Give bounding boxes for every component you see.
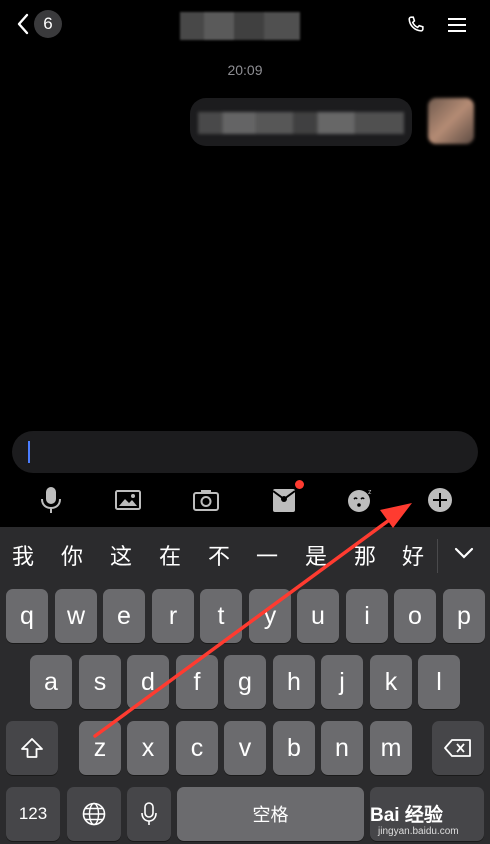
voice-button[interactable] [35, 484, 67, 516]
key-m[interactable]: m [370, 721, 412, 775]
emoji-icon: z [348, 489, 372, 512]
svg-text:z: z [368, 489, 372, 496]
microphone-icon [41, 487, 61, 513]
backspace-icon [444, 739, 471, 757]
globe-key[interactable] [67, 787, 121, 841]
text-caret [28, 441, 30, 463]
key-e[interactable]: e [103, 589, 145, 643]
message-timestamp: 20:09 [227, 62, 263, 78]
key-c[interactable]: c [176, 721, 218, 775]
message-bubble[interactable] [190, 98, 412, 146]
menu-icon[interactable] [446, 15, 468, 35]
red-packet-button[interactable] [268, 480, 304, 516]
key-u[interactable]: u [297, 589, 339, 643]
key-k[interactable]: k [370, 655, 412, 709]
emoji-button[interactable]: z [345, 484, 377, 516]
plus-icon [428, 488, 452, 512]
delete-key[interactable] [432, 721, 484, 775]
camera-icon [193, 490, 219, 511]
key-f[interactable]: f [176, 655, 218, 709]
candidate-word[interactable]: 一 [256, 539, 278, 571]
key-v[interactable]: v [224, 721, 266, 775]
key-p[interactable]: p [443, 589, 485, 643]
candidate-word[interactable]: 是 [305, 539, 327, 571]
image-button[interactable] [112, 484, 144, 516]
key-h[interactable]: h [273, 655, 315, 709]
chevron-left-icon [17, 13, 29, 35]
chat-header: 6 [0, 0, 490, 52]
shift-key[interactable] [6, 721, 58, 775]
key-t[interactable]: t [200, 589, 242, 643]
key-x[interactable]: x [127, 721, 169, 775]
candidate-word[interactable]: 不 [208, 539, 230, 571]
key-l[interactable]: l [418, 655, 460, 709]
key-i[interactable]: i [346, 589, 388, 643]
key-n[interactable]: n [321, 721, 363, 775]
back-button[interactable]: 6 [16, 10, 62, 38]
dictation-key[interactable] [127, 787, 171, 841]
image-icon [115, 490, 141, 510]
candidate-word[interactable]: 我 [12, 539, 34, 571]
key-q[interactable]: q [6, 589, 48, 643]
candidate-divider [437, 539, 438, 573]
key-w[interactable]: w [55, 589, 97, 643]
chat-toolbar: z [0, 480, 490, 520]
candidate-word[interactable]: 这 [110, 539, 132, 571]
numbers-key[interactable]: 123 [6, 787, 60, 841]
watermark-logo: Bai 经验 [370, 805, 443, 826]
key-y[interactable]: y [249, 589, 291, 643]
globe-icon [82, 802, 106, 826]
candidate-word[interactable]: 那 [354, 539, 376, 571]
camera-button[interactable] [190, 484, 222, 516]
key-d[interactable]: d [127, 655, 169, 709]
chevron-down-icon[interactable] [452, 543, 476, 563]
key-s[interactable]: s [79, 655, 121, 709]
key-g[interactable]: g [224, 655, 266, 709]
key-z[interactable]: z [79, 721, 121, 775]
space-key[interactable]: 空格 [177, 787, 364, 841]
message-text-pixelated [198, 112, 404, 134]
key-r[interactable]: r [152, 589, 194, 643]
avatar[interactable] [428, 98, 474, 144]
notification-dot [295, 480, 304, 489]
more-button[interactable] [424, 484, 456, 516]
baidu-watermark: Bai 经验 jingyan.baidu.com [370, 800, 488, 842]
candidate-word[interactable]: 你 [61, 539, 83, 571]
candidate-bar: 我 你 这 在 不 一 是 那 好 [0, 527, 490, 583]
red-packet-icon [272, 489, 296, 512]
candidate-word[interactable]: 好 [402, 539, 424, 571]
phone-icon[interactable] [405, 14, 427, 36]
contact-name-pixelated [180, 12, 300, 40]
key-j[interactable]: j [321, 655, 363, 709]
message-input[interactable] [12, 431, 478, 473]
key-b[interactable]: b [273, 721, 315, 775]
candidate-word[interactable]: 在 [159, 539, 181, 571]
key-o[interactable]: o [394, 589, 436, 643]
microphone-icon [141, 802, 157, 825]
shift-icon [21, 738, 43, 758]
keyboard: 我 你 这 在 不 一 是 那 好 q w e r t y u i o p a … [0, 527, 490, 844]
key-a[interactable]: a [30, 655, 72, 709]
watermark-url: jingyan.baidu.com [378, 826, 459, 837]
unread-count-badge: 6 [34, 10, 62, 38]
